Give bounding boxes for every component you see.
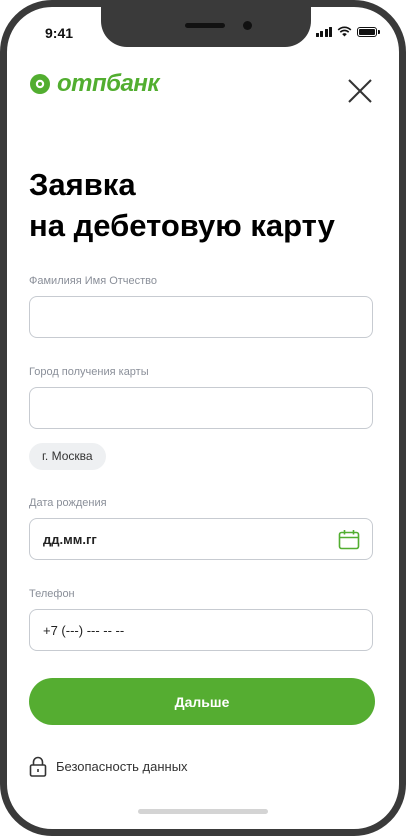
birth-date-label: Дата рождения (29, 497, 107, 509)
brand-name: отпбанк (57, 70, 160, 97)
data-security-label: Безопасность данных (56, 759, 188, 774)
calendar-icon[interactable] (338, 529, 360, 551)
otp-logo-icon (30, 74, 50, 94)
phone-field[interactable]: +7 (---) --- -- -- (29, 609, 373, 651)
data-security-link[interactable]: Безопасность данных (29, 756, 188, 777)
speaker (185, 23, 225, 28)
next-button[interactable]: Дальше (29, 678, 375, 725)
page-title-line1: Заявка (29, 167, 136, 202)
page-title-line2: на дебетовую карту (29, 208, 335, 243)
birth-date-placeholder: дд.мм.гг (43, 532, 97, 547)
signal-icon (315, 26, 332, 37)
full-name-label: Фамилияя Имя Отчество (29, 275, 158, 287)
camera (243, 21, 252, 30)
status-time: 9:41 (45, 25, 74, 41)
city-input[interactable] (29, 387, 373, 429)
battery-icon (357, 26, 380, 37)
notch (101, 7, 311, 47)
page-title: Заявка на дебетовую карту (29, 164, 335, 246)
home-indicator (138, 809, 268, 814)
full-name-input[interactable] (29, 296, 373, 338)
city-label: Город получения карты (29, 366, 149, 378)
close-icon[interactable] (346, 77, 374, 105)
brand-logo: отпбанк (29, 70, 160, 98)
status-icons (315, 26, 380, 37)
phone-frame: 9:41 отпбанк Заявка на дебетовую карту Ф… (0, 0, 406, 836)
city-suggestion-chip[interactable]: г. Москва (29, 443, 106, 470)
wifi-icon (337, 26, 352, 37)
phone-label: Телефон (29, 588, 75, 600)
lock-icon (29, 756, 47, 777)
birth-date-field[interactable]: дд.мм.гг (29, 518, 373, 560)
phone-placeholder: +7 (---) --- -- -- (43, 623, 125, 638)
